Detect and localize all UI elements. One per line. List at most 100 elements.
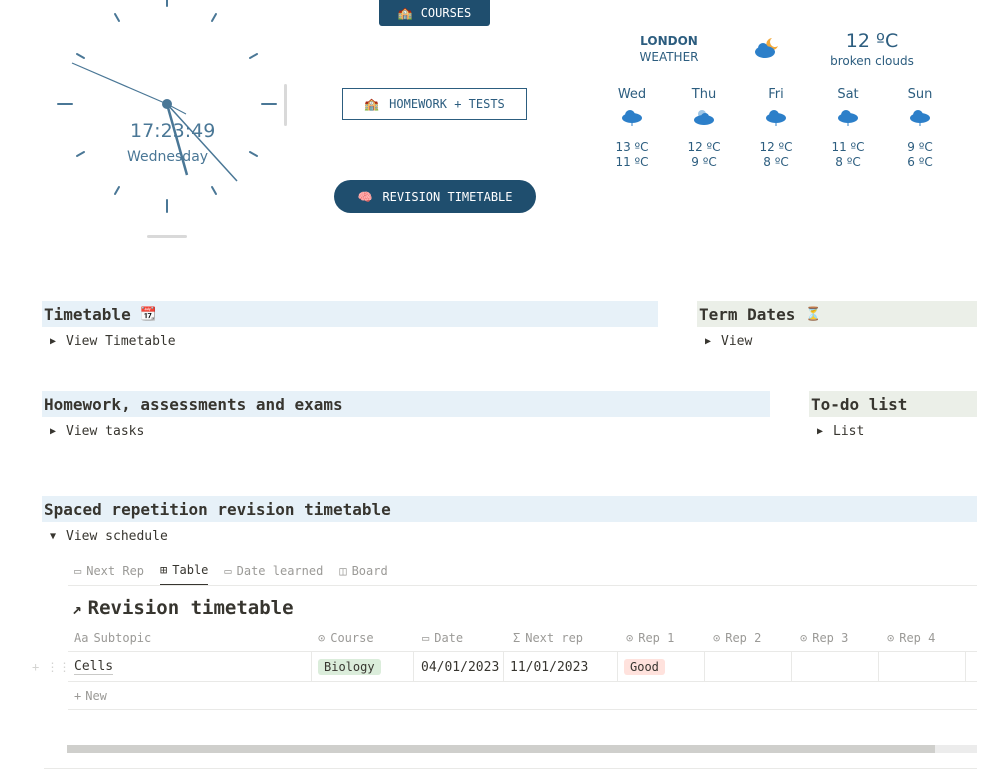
tab-table[interactable]: ⊞ Table	[160, 556, 209, 586]
forecast-low: 8 ºC	[835, 155, 861, 169]
column-header-date[interactable]: ▭ Date	[422, 631, 463, 645]
cloud-rain-icon	[910, 110, 930, 126]
forecast-high: 9 ºC	[907, 140, 933, 154]
homework-toggle[interactable]: ▶ View tasks	[50, 424, 144, 439]
select-type-icon: ⊙	[318, 631, 326, 645]
cell-rep3[interactable]	[792, 652, 879, 682]
column-label: Next rep	[525, 631, 584, 645]
cloud-moon-icon	[755, 38, 778, 58]
cloud-rain-icon	[766, 110, 786, 126]
todo-heading: To-do list	[809, 391, 977, 417]
cloud-rain-icon	[622, 110, 642, 126]
cell-rep4[interactable]	[879, 652, 966, 682]
forecast-high: 12 ºC	[687, 140, 721, 154]
school-icon: 🏫	[364, 97, 380, 111]
todo-toggle-label: List	[833, 424, 865, 439]
hourglass-icon: ⏳	[804, 306, 822, 322]
table-row[interactable]: Cells Biology 04/01/2023 11/01/2023 Good	[68, 652, 977, 682]
database-title[interactable]: ↗ Revision timetable	[72, 597, 294, 619]
date-text: 04/01/2023	[421, 659, 500, 675]
clock-digital-time: 17:23:49	[130, 120, 216, 142]
column-label: Course	[330, 631, 374, 645]
triangle-right-icon: ▶	[50, 426, 57, 437]
select-type-icon: ⊙	[713, 631, 721, 645]
board-view-icon: ◫	[339, 564, 347, 578]
timetable-toggle-label: View Timetable	[66, 334, 176, 349]
spaced-toggle[interactable]: ▼ View schedule	[50, 529, 168, 544]
forecast-low: 11 ºC	[615, 155, 649, 169]
arrow-up-right-icon: ↗	[72, 598, 82, 618]
spaced-repetition-heading: Spaced repetition revision timetable	[42, 496, 977, 522]
select-type-icon: ⊙	[887, 631, 895, 645]
term-dates-heading: Term Dates ⏳	[697, 301, 977, 327]
formula-type-icon: Σ	[513, 631, 521, 645]
subtopic-text[interactable]: Cells	[74, 659, 114, 675]
term-dates-toggle-label: View	[721, 334, 753, 349]
courses-button-label: COURSES	[420, 6, 472, 20]
column-header-rep2[interactable]: ⊙ Rep 2	[713, 631, 761, 645]
forecast-day-name: Sun	[907, 87, 933, 102]
tab-board[interactable]: ◫ Board	[339, 556, 387, 586]
rep1-tag: Good	[624, 659, 665, 675]
next-rep-text: 11/01/2023	[510, 659, 589, 675]
forecast-high: 12 ºC	[759, 140, 793, 154]
term-dates-toggle[interactable]: ▶ View	[705, 334, 752, 349]
tab-label: Board	[351, 564, 388, 578]
bottom-divider	[44, 768, 977, 769]
column-resize-handle[interactable]	[284, 84, 287, 126]
select-type-icon: ⊙	[626, 631, 634, 645]
select-type-icon: ⊙	[800, 631, 808, 645]
cell-course[interactable]: Biology	[312, 652, 414, 682]
column-header-rep4[interactable]: ⊙ Rep 4	[887, 631, 935, 645]
revision-timetable-button[interactable]: 🧠 REVISION TIMETABLE	[334, 180, 536, 213]
term-dates-heading-text: Term Dates	[699, 304, 796, 324]
forecast-low: 8 ºC	[763, 155, 789, 169]
column-header-rep3[interactable]: ⊙ Rep 3	[800, 631, 848, 645]
forecast-high: 13 ºC	[615, 140, 649, 154]
school-icon: 🏫	[397, 6, 413, 20]
column-label: Rep 3	[812, 631, 849, 645]
forecast-high: 11 ºC	[831, 140, 865, 154]
column-header-next-rep[interactable]: Σ Next rep	[513, 631, 583, 645]
triangle-right-icon: ▶	[705, 336, 712, 347]
weather-current-temp: 12 ºC	[845, 30, 899, 52]
revision-button-label: REVISION TIMETABLE	[382, 189, 513, 204]
tab-label: Table	[172, 563, 209, 577]
column-header-course[interactable]: ⊙ Course	[318, 631, 374, 645]
cell-next-rep[interactable]: 11/01/2023	[504, 652, 618, 682]
courses-button[interactable]: 🏫 COURSES	[379, 0, 490, 26]
horizontal-scrollbar-thumb[interactable]	[67, 745, 935, 753]
tab-label: Next Rep	[86, 564, 145, 578]
timetable-heading: Timetable 📆	[42, 301, 658, 327]
forecast-low: 6 ºC	[907, 155, 933, 169]
weather-city: LONDON	[640, 34, 698, 48]
homework-button-label: HOMEWORK + TESTS	[389, 97, 505, 111]
table-view-icon: ⊞	[160, 563, 168, 577]
column-label: Date	[434, 631, 464, 645]
date-type-icon: ▭	[422, 631, 430, 645]
course-tag: Biology	[318, 659, 381, 675]
block-resize-handle[interactable]	[147, 235, 187, 238]
plus-icon: +	[74, 688, 82, 703]
column-header-subtopic[interactable]: Aa Subtopic	[74, 631, 151, 645]
homework-tests-button[interactable]: 🏫 HOMEWORK + TESTS	[342, 88, 527, 120]
timetable-toggle[interactable]: ▶ View Timetable	[50, 334, 176, 349]
tab-next-rep[interactable]: ▭ Next Rep	[74, 556, 144, 586]
cell-subtopic[interactable]: Cells	[68, 652, 312, 682]
cell-date[interactable]: 04/01/2023	[414, 652, 504, 682]
clock-weekday: Wednesday	[127, 149, 209, 165]
spaced-toggle-label: View schedule	[66, 529, 168, 544]
column-label: Rep 4	[899, 631, 936, 645]
drag-handle-icon[interactable]: + ⋮⋮	[32, 660, 70, 674]
todo-toggle[interactable]: ▶ List	[817, 424, 864, 439]
column-header-rep1[interactable]: ⊙ Rep 1	[626, 631, 674, 645]
triangle-down-icon: ▼	[50, 531, 57, 542]
text-type-icon: Aa	[74, 631, 89, 645]
cell-rep1[interactable]: Good	[618, 652, 705, 682]
todo-heading-text: To-do list	[811, 394, 908, 414]
new-row-button[interactable]: + New	[68, 682, 977, 710]
cell-rep2[interactable]	[705, 652, 792, 682]
triangle-right-icon: ▶	[50, 336, 57, 347]
tab-date-learned[interactable]: ▭ Date learned	[224, 556, 323, 586]
calendar-view-icon: ▭	[224, 564, 232, 578]
